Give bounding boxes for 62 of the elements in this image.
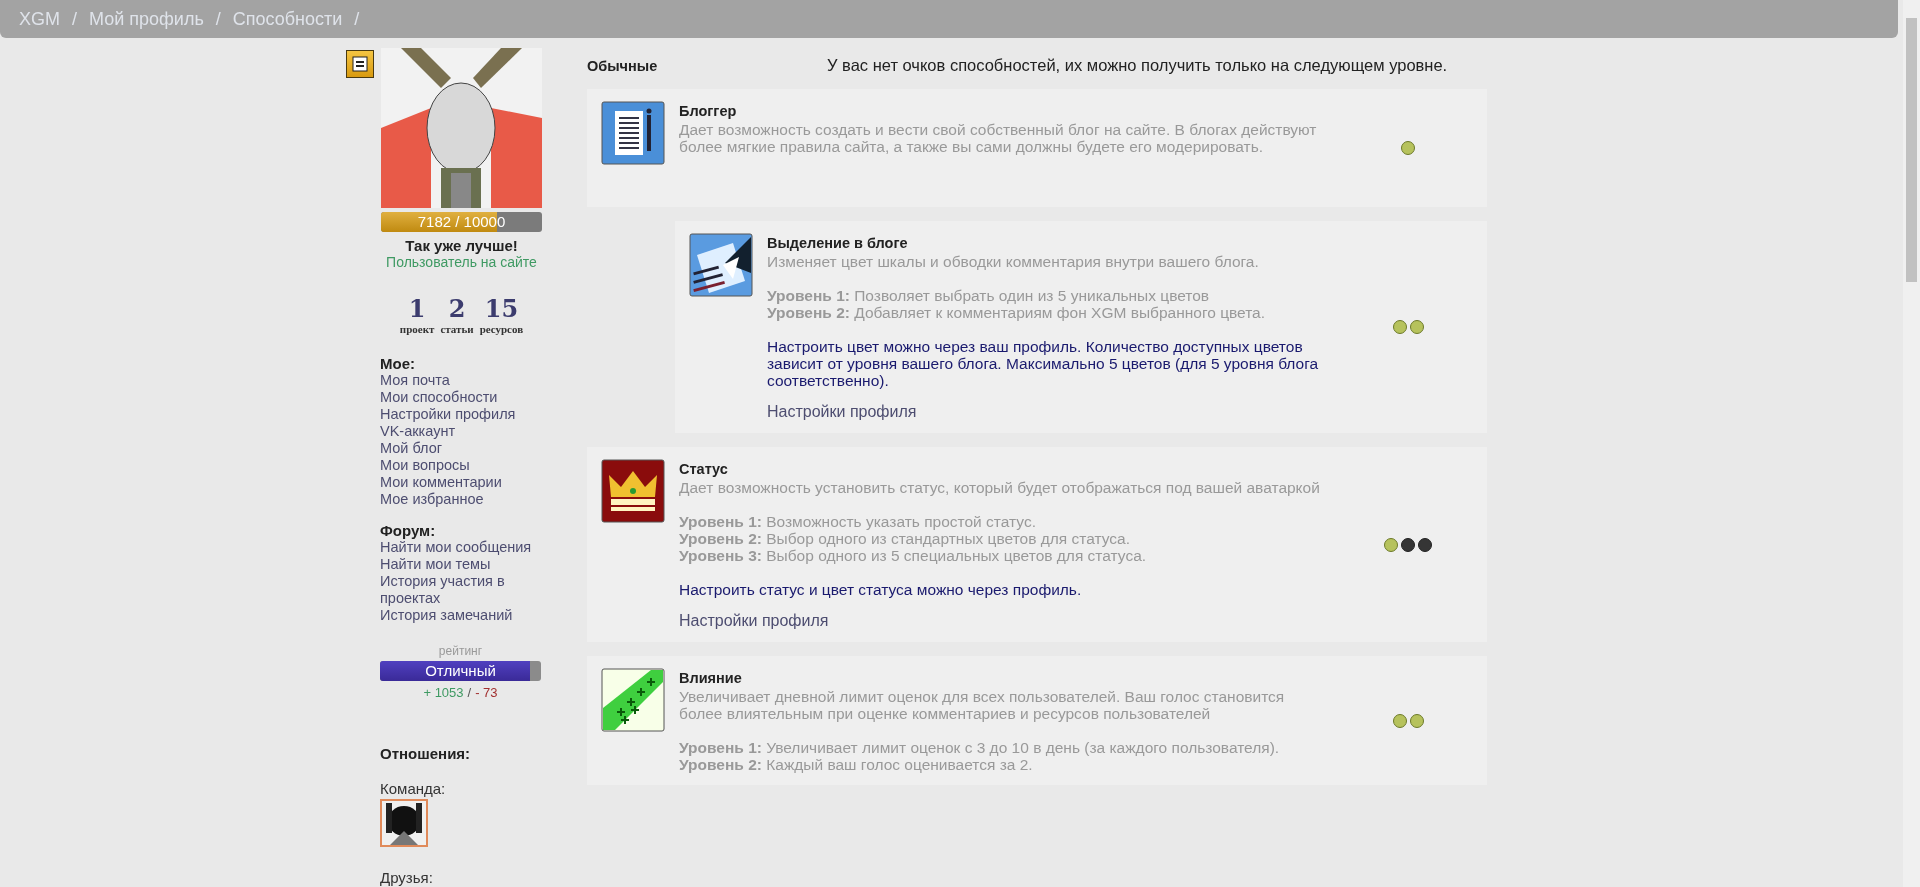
ability-description: Увеличивает дневной лимит оценок для всех пользователей. Ваш голос становится более влиятельным при оценке комментариев и ресурсов пользователей (679, 688, 1286, 722)
stat-label: проект (399, 323, 435, 335)
breadcrumb-separator: / (354, 8, 360, 30)
ability-note: Настроить цвет можно через ваш профиль. Количество доступных цветов зависит от уровня вашего блога. Максимально 5 цветов (для 5 уровня блога соответственно). (767, 338, 1320, 389)
ability-title: Выделение в блоге (767, 235, 909, 251)
notice-text: У вас нет очков способностей, их можно получить только на следующем уровне. (827, 56, 1448, 75)
friends-label: Друзья: (380, 869, 434, 886)
level-description: Уровень 1: Возможность указать простой статус. (679, 513, 1037, 530)
paper-icon (689, 233, 753, 297)
menu-heading: Мое: (380, 355, 416, 372)
menu-link[interactable]: Моя почта (380, 372, 546, 389)
menu-link[interactable]: Мой блог (380, 440, 546, 457)
menu-link[interactable]: Найти мои темы (380, 556, 546, 573)
ability-title: Влияние (679, 670, 743, 686)
menu-icon (352, 56, 368, 72)
rating-caption: рейтинг (438, 644, 483, 658)
menu-link[interactable]: История замечаний (380, 607, 546, 624)
menu-link[interactable]: VK-аккаунт (380, 423, 546, 440)
breadcrumb-separator: / (72, 8, 78, 30)
level-description: Уровень 2: Выбор одного из стандартных цветов для статуса. (679, 530, 1131, 547)
votes-separator: / (467, 685, 472, 700)
menu-link[interactable]: Мои вопросы (380, 457, 546, 474)
status-text: Так уже лучше! (405, 237, 518, 254)
relations-heading: Отношения: (380, 745, 472, 762)
menu-link[interactable]: Мои способности (380, 389, 546, 406)
plus-signs-icon (601, 668, 665, 732)
level-description: Уровень 2: Добавляет к комментариям фон XGM выбранного цвета. (767, 304, 1267, 321)
negative-votes: - 73 (475, 685, 498, 700)
ability-note: Настроить статус и цвет статуса можно через профиль. (679, 581, 1083, 598)
positive-votes: + 1053 (423, 685, 464, 700)
menu-link[interactable]: Мое избранное (380, 491, 546, 508)
ability-title: Статус (679, 461, 729, 477)
scrollbar-thumb[interactable] (1906, 18, 1917, 282)
ability-description: Дает возможность создать и вести свой собственный блог на сайте. В блогах действуют более мягкие правила сайта, а также вы сами должны будете его модерировать. (679, 121, 1318, 155)
stat-value: 1 (408, 294, 426, 323)
stat-value: 15 (484, 294, 519, 323)
menu-heading: Форум: (380, 522, 437, 539)
level-description: Уровень 3: Выбор одного из 5 специальных цветов для статуса. (679, 547, 1148, 564)
rating-label: Отличный (424, 661, 497, 681)
stat-value: 2 (448, 294, 466, 323)
level-description: Уровень 1: Позволяет выбрать один из 5 уникальных цветов (767, 287, 1211, 304)
section-title: Обычные (587, 58, 659, 74)
profile-settings-link[interactable]: Настройки профиля (679, 612, 829, 630)
stat-label: ресурсов (479, 323, 524, 335)
crown-icon (601, 459, 665, 523)
menu-link[interactable]: Найти мои сообщения (380, 539, 546, 556)
ability-description: Изменяет цвет шкалы и обводки комментария внутри вашего блога. (767, 253, 1260, 270)
level-description: Уровень 1: Увеличивает лимит оценок с 3 до 10 в день (за каждого пользователя). (679, 739, 1281, 756)
profile-settings-link[interactable]: Настройки профиля (767, 403, 917, 421)
experience-text: 7182 / 10000 (416, 212, 507, 232)
menu-link[interactable]: История участия в проектах (380, 573, 546, 607)
ability-description: Дает возможность установить статус, который будет отображаться под вашей аватаркой (679, 479, 1321, 496)
online-status: Пользователь на сайте (386, 254, 537, 270)
level-description: Уровень 2: Каждый ваш голос оценивается за 2. (679, 756, 1034, 773)
ability-title: Блоггер (679, 103, 738, 119)
breadcrumb-separator: / (215, 8, 221, 30)
menu-toggle-button[interactable] (346, 50, 374, 78)
notepad-icon (601, 101, 665, 165)
team-label: Команда: (380, 780, 447, 797)
menu-link[interactable]: Настройки профиля (380, 406, 546, 423)
menu-link[interactable]: Мои комментарии (380, 474, 546, 491)
stat-label: статьи (440, 323, 474, 335)
